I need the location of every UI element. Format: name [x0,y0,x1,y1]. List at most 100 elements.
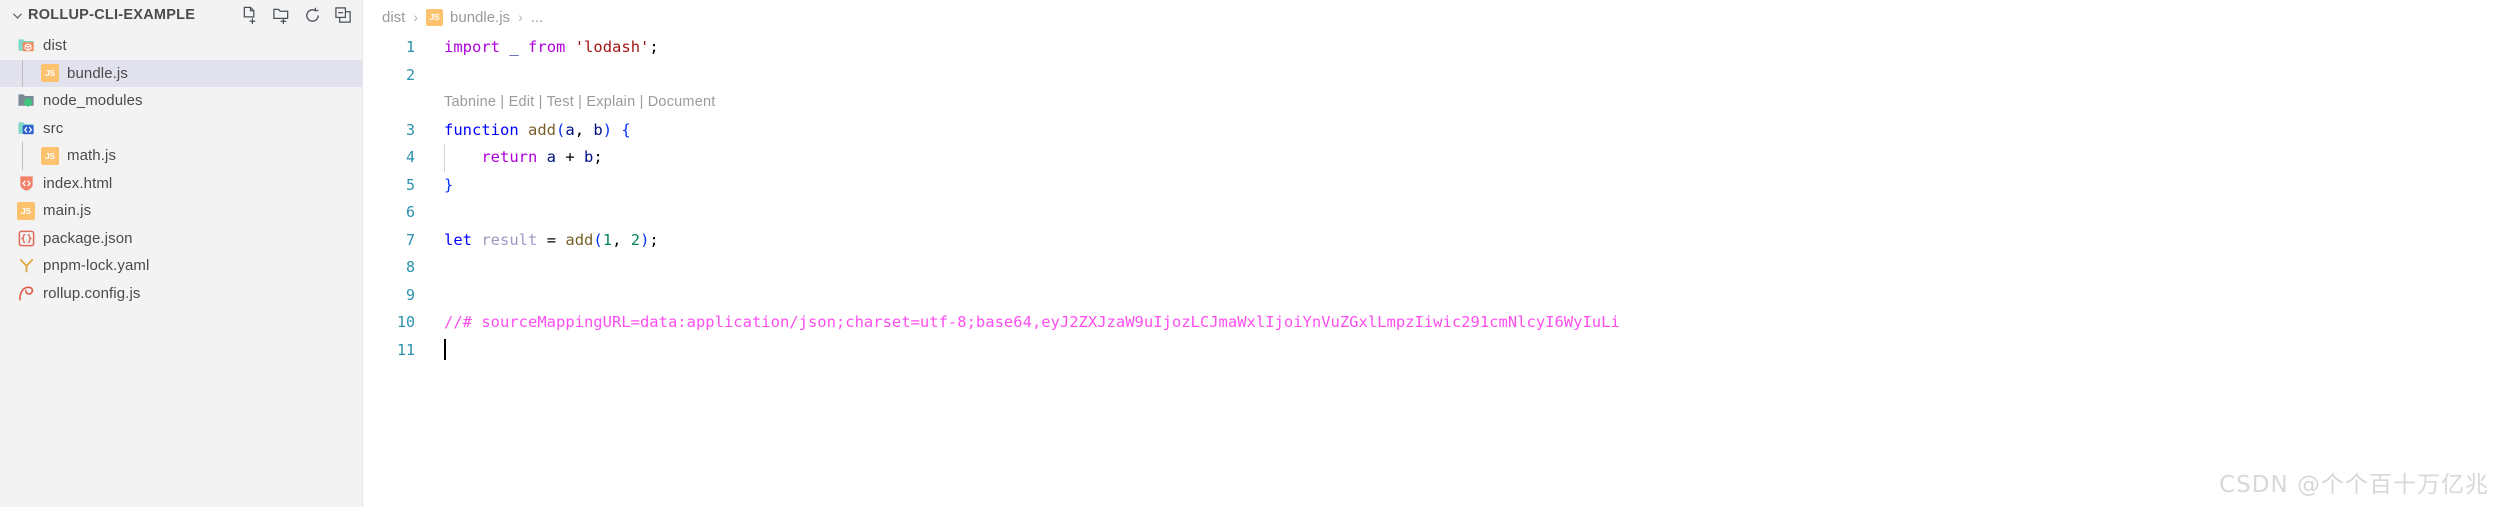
code-line-6[interactable]: 6 [363,199,2513,227]
explorer-sidebar: ROLLUP-CLI-EXAMPLE dist JS bundle.js nod… [0,0,363,507]
tree-item-math-js[interactable]: JS math.js [0,142,362,170]
tree-item-rollup-config-js[interactable]: rollup.config.js [0,280,362,308]
code-line-2[interactable]: 2 [363,62,2513,90]
js-file-icon: JS [40,63,60,83]
tree-item-bundle-js[interactable]: JS bundle.js [0,59,362,87]
text-cursor [444,338,446,360]
collapse-all-icon[interactable] [332,4,354,26]
js-file-icon: JS [16,201,36,221]
breadcrumb-separator: › [518,9,523,25]
line-number: 2 [405,65,415,84]
new-file-icon[interactable] [239,4,261,26]
tree-item-node-modules[interactable]: node_modules [0,87,362,115]
token-a: a [546,148,557,166]
token-underscore: _ [509,38,519,56]
token-param-a: a [565,120,575,139]
indent-guide [22,59,23,87]
line-number: 8 [405,258,415,276]
token-param-b: b [593,120,603,139]
vscode-window: ROLLUP-CLI-EXAMPLE dist JS bundle.js nod… [0,0,2513,507]
codelens-row[interactable]: Tabnine | Edit | Test | Explain | Docume… [363,89,2513,117]
js-file-icon: JS [426,8,444,26]
tree-item-pnpm-lock-yaml[interactable]: pnpm-lock.yaml [0,252,362,280]
indent-guide [22,142,23,170]
explorer-title: ROLLUP-CLI-EXAMPLE [28,7,196,23]
code-line-3[interactable]: 3 function add(a, b) { [363,117,2513,145]
new-folder-icon[interactable] [270,4,292,26]
token-function-name: add [528,120,556,139]
token-equals: = [546,230,557,249]
file-tree: dist JS bundle.js node_modules src JS ma… [0,30,362,307]
token-paren-open: ( [556,120,566,139]
token-comma: , [574,120,594,139]
line-number: 1 [405,38,415,56]
code-line-11[interactable]: 11 [363,337,2513,365]
token-comma: , [612,230,631,249]
tree-item-label: dist [43,37,67,55]
breadcrumb-item-bundle-js[interactable]: JS bundle.js [426,8,511,26]
watermark: CSDN @个个百十万亿兆 [2219,472,2489,498]
tree-item-index-html[interactable]: index.html [0,170,362,198]
token-function: function [444,120,519,139]
tree-item-label: rollup.config.js [43,284,141,302]
breadcrumb: dist › JS bundle.js › ... [363,0,2513,34]
tree-item-label: src [43,119,64,137]
token-from: from [528,38,566,56]
token-plus: + [565,148,575,166]
tree-item-main-js[interactable]: JS main.js [0,197,362,225]
token-semicolon: ; [593,148,603,166]
folder-node-icon [16,91,36,111]
tree-item-label: pnpm-lock.yaml [43,257,150,275]
token-return: return [481,148,538,166]
breadcrumb-item-dist[interactable]: dist [382,9,405,26]
breadcrumb-separator: › [413,9,419,25]
code-line-10[interactable]: 10 //# sourceMappingURL=data:application… [363,309,2513,337]
line-number: 9 [405,285,415,304]
code-line-8[interactable]: 8 [363,254,2513,282]
json-file-icon [16,228,36,248]
folder-dist-icon [16,36,36,56]
tree-item-label: package.json [43,229,133,247]
code-line-7[interactable]: 7 let result = add(1, 2); [363,227,2513,255]
code-editor[interactable]: 1 import _ from 'lodash'; 2 Tabnine | Ed… [363,34,2513,364]
codelens-actions[interactable]: Tabnine | Edit | Test | Explain | Docume… [415,89,715,117]
token-let: let [444,230,472,249]
explorer-actions [239,0,354,30]
chevron-down-icon[interactable] [8,6,26,24]
code-line-5[interactable]: 5 } [363,172,2513,200]
breadcrumb-item-overflow[interactable]: ... [531,9,544,26]
token-brace-close: } [444,175,454,194]
code-line-4[interactable]: 4 return a + b; [363,144,2513,172]
tree-item-label: node_modules [43,92,143,110]
token-number-1: 1 [602,230,613,249]
token-number-2: 2 [630,230,641,249]
code-line-1[interactable]: 1 import _ from 'lodash'; [363,34,2513,62]
token-semicolon: ; [649,38,659,56]
tree-item-dist[interactable]: dist [0,32,362,60]
refresh-icon[interactable] [301,4,323,26]
breadcrumb-label: bundle.js [450,8,511,26]
line-number: 3 [405,120,415,139]
tree-item-package-json[interactable]: package.json [0,225,362,253]
token-import: import [444,38,500,56]
yaml-file-icon [16,256,36,276]
explorer-header[interactable]: ROLLUP-CLI-EXAMPLE [0,0,362,30]
rollup-file-icon [16,283,36,303]
token-result: result [481,230,538,249]
code-line-9[interactable]: 9 [363,282,2513,310]
token-paren-open: ( [593,230,603,249]
tree-item-src[interactable]: src [0,115,362,143]
line-number: 5 [405,175,415,194]
js-file-icon: JS [40,146,60,166]
token-semicolon: ; [649,230,659,249]
code-line-content: import _ from 'lodash'; [415,34,659,62]
token-b: b [584,148,594,166]
